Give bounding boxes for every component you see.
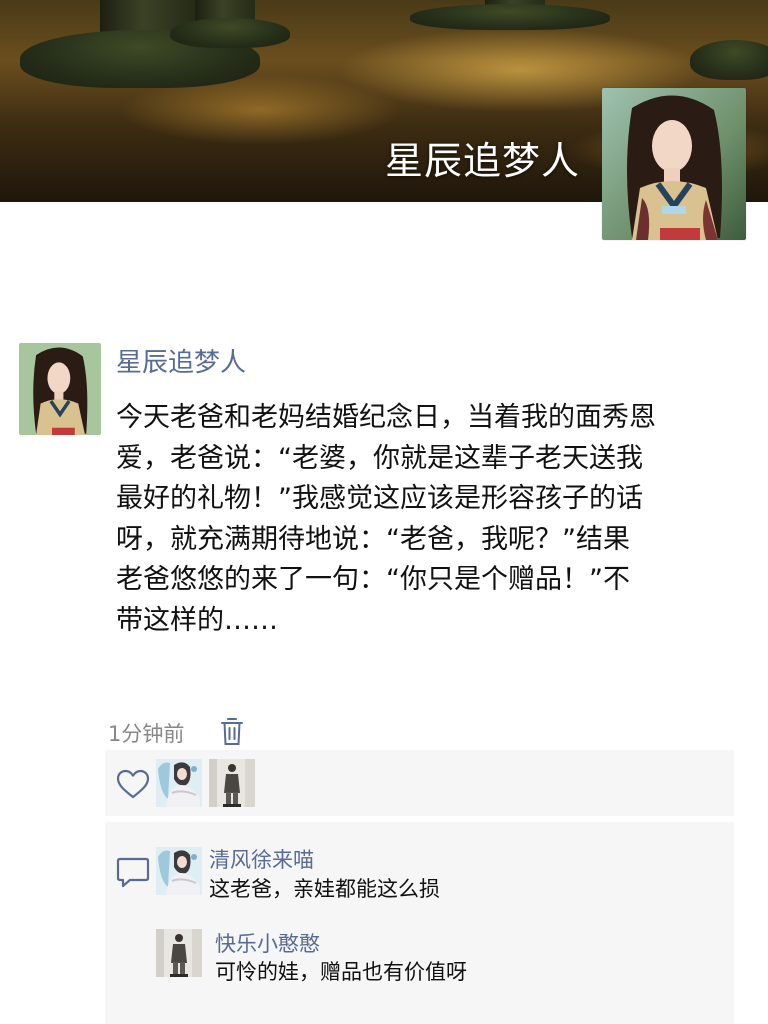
user-avatar-anime-girl-icon [156,847,202,895]
post-author-name[interactable]: 星辰追梦人 [116,342,246,379]
user-avatar-anime-girl-icon [156,759,202,807]
post-time: 1分钟前 [108,722,185,746]
user-avatar-standing-person-icon [156,929,202,977]
comment-avatar[interactable] [156,847,202,895]
heart-outline-icon [115,768,151,800]
likes-panel [105,750,734,816]
post-author-avatar[interactable] [19,343,101,435]
comment-author[interactable]: 快乐小憨憨 [215,928,320,958]
user-avatar-standing-person-icon [209,759,255,807]
comment-text: 这老爸，亲娃都能这么损 [209,877,440,901]
post-text-line: 老爸悠悠的来了一句：“你只是个赠品！”不 [116,564,630,595]
comment-author[interactable]: 清风徐来喵 [209,844,314,874]
comment-text: 可怜的娃，赠品也有价值呀 [215,960,467,984]
like-avatar-standing-person[interactable] [209,759,255,807]
cover-avatar[interactable] [602,88,746,240]
user-avatar-hanbok-woman-icon [602,88,746,240]
post-text-line: 今天老爸和老妈结婚纪念日，当着我的面秀恩 [116,402,656,433]
cover-username: 星辰追梦人 [384,139,580,183]
post-content: 今天老爸和老妈结婚纪念日，当着我的面秀恩 爱，老爸说：“老婆，你就是这辈子老天送… [116,398,726,641]
comment-bubble-icon [115,856,151,890]
post-text-line: 爱，老爸说：“老婆，你就是这辈子老天送我 [116,442,643,474]
comments-panel: 清风徐来喵 这老爸，亲娃都能这么损 快乐小憨憨 可怜的娃，赠品也有价值呀 [105,822,734,1024]
trash-icon[interactable] [220,716,244,746]
post-text-line: 呀，就充满期待地说：“老爸，我呢？”结果 [116,523,630,555]
post-text-line: 最好的礼物！”我感觉这应该是形容孩子的话 [116,483,643,514]
like-avatar-anime-girl[interactable] [156,759,202,807]
user-avatar-hanbok-woman-icon [19,343,101,435]
comment-avatar[interactable] [156,929,202,977]
post-text-line: 带这样的…… [116,604,278,636]
